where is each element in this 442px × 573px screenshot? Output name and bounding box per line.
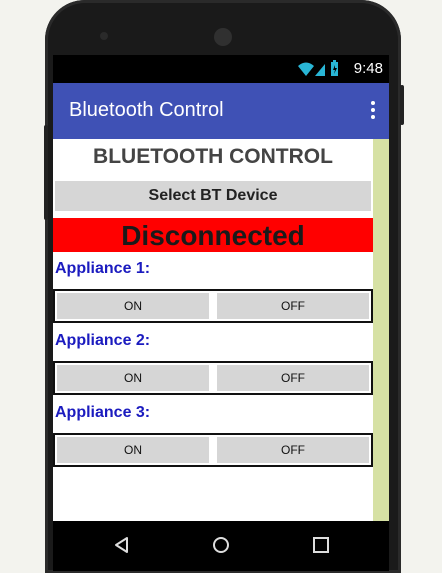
page-heading: BLUETOOTH CONTROL — [93, 145, 333, 168]
navigation-bar — [53, 521, 389, 571]
earpiece-speaker — [214, 28, 232, 46]
connection-status: Disconnected — [53, 218, 373, 252]
side-strip — [373, 139, 389, 521]
status-time: 9:48 — [353, 60, 383, 77]
back-icon[interactable] — [113, 536, 131, 554]
appliance-2-controls: ON OFF — [53, 361, 373, 395]
appliance-2-off-button[interactable]: OFF — [217, 365, 369, 391]
appliance-3-controls: ON OFF — [53, 433, 373, 467]
appliance-2-label: Appliance 2: — [55, 332, 151, 349]
appliance-3-off-button[interactable]: OFF — [217, 437, 369, 463]
appliance-3-label: Appliance 3: — [55, 404, 151, 421]
select-bt-device-button[interactable]: Select BT Device — [55, 181, 371, 211]
battery-icon — [331, 60, 338, 76]
appliance-2-on-button[interactable]: ON — [57, 365, 209, 391]
overflow-menu-icon[interactable] — [369, 99, 377, 123]
signal-icon — [315, 64, 325, 76]
appliance-1-controls: ON OFF — [53, 289, 373, 323]
main-content: BLUETOOTH CONTROL Select BT Device Disco… — [53, 139, 373, 521]
appliance-1-off-button[interactable]: OFF — [217, 293, 369, 319]
app-title: Bluetooth Control — [69, 99, 224, 121]
app-bar: Bluetooth Control — [53, 83, 389, 139]
screen: 9:48 Bluetooth Control BLUETOOTH CONTROL… — [53, 55, 389, 521]
status-bar: 9:48 — [53, 55, 389, 83]
recents-icon[interactable] — [312, 536, 330, 554]
appliance-3-on-button[interactable]: ON — [57, 437, 209, 463]
home-icon[interactable] — [212, 536, 230, 554]
front-camera — [100, 32, 108, 40]
status-icons — [298, 60, 338, 76]
power-button — [400, 85, 404, 125]
wifi-icon — [298, 62, 314, 76]
appliance-1-on-button[interactable]: ON — [57, 293, 209, 319]
appliance-1-label: Appliance 1: — [55, 260, 151, 277]
volume-button — [44, 125, 48, 220]
